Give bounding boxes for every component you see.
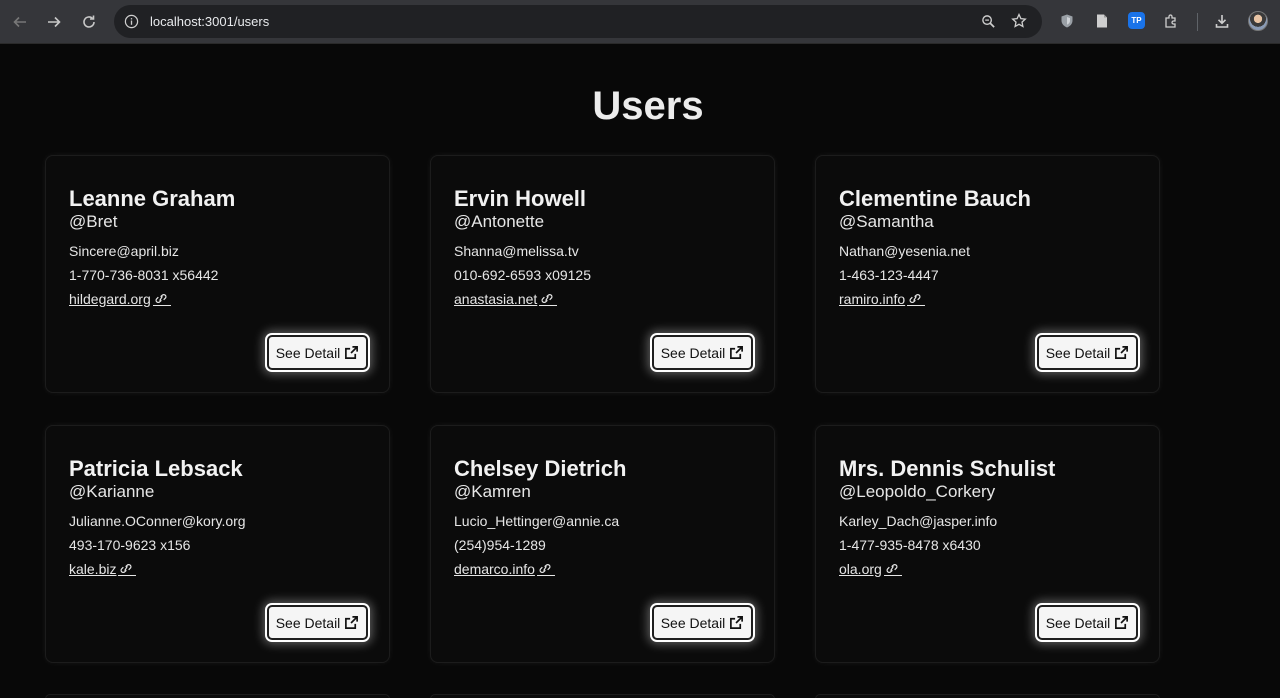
browser-toolbar: localhost:3001/users TP xyxy=(0,0,1280,44)
user-website-link[interactable]: anastasia.net xyxy=(454,291,558,307)
link-icon xyxy=(152,292,171,306)
link-icon xyxy=(883,562,902,576)
external-link-icon xyxy=(344,615,359,630)
link-icon xyxy=(907,292,926,306)
user-website[interactable]: kale.biz xyxy=(69,561,116,577)
info-icon[interactable] xyxy=(122,12,140,30)
user-card-partial xyxy=(430,694,775,698)
link-icon xyxy=(539,292,558,306)
link-icon xyxy=(118,562,137,576)
see-detail-button[interactable]: See Detail xyxy=(652,605,753,640)
see-detail-label: See Detail xyxy=(1045,344,1111,361)
user-email: Lucio_Hettinger@annie.ca xyxy=(454,513,620,529)
user-phone: 1-477-935-8478 x6430 xyxy=(839,537,981,553)
reload-icon xyxy=(83,15,95,28)
address-bar[interactable]: localhost:3001/users xyxy=(114,5,1042,38)
user-website[interactable]: hildegard.org xyxy=(69,291,151,307)
see-detail-label: See Detail xyxy=(660,344,726,361)
user-name: Mrs. Dennis Schulist xyxy=(839,456,1056,481)
puzzle-icon[interactable] xyxy=(1161,11,1181,31)
user-website[interactable]: anastasia.net xyxy=(454,291,537,307)
user-name: Clementine Bauch xyxy=(839,186,1031,211)
user-website[interactable]: ola.org xyxy=(839,561,882,577)
see-detail-button[interactable]: See Detail xyxy=(267,605,368,640)
url-text[interactable]: localhost:3001/users xyxy=(150,14,269,29)
user-username: @Antonette xyxy=(454,212,545,231)
zoom-icon[interactable] xyxy=(979,12,997,30)
see-detail-label: See Detail xyxy=(660,614,726,631)
user-card: Ervin Howell @Antonette Shanna@melissa.t… xyxy=(430,155,775,393)
external-link-icon xyxy=(344,345,359,360)
user-email: Karley_Dach@jasper.info xyxy=(839,513,998,529)
profile-avatar[interactable] xyxy=(1248,11,1268,31)
user-phone: 1-463-123-4447 xyxy=(839,267,939,283)
user-website-link[interactable]: ola.org xyxy=(839,561,902,577)
user-card-partial xyxy=(45,694,390,698)
see-detail-button[interactable]: See Detail xyxy=(652,335,753,370)
user-email: Nathan@yesenia.net xyxy=(839,243,970,259)
see-detail-label: See Detail xyxy=(1045,614,1111,631)
document-icon[interactable] xyxy=(1092,11,1112,31)
user-phone: (254)954-1289 xyxy=(454,537,546,553)
user-username: @Karianne xyxy=(69,482,155,501)
user-card: Chelsey Dietrich @Kamren Lucio_Hettinger… xyxy=(430,425,775,663)
page-title: Users xyxy=(592,84,704,128)
user-name: Patricia Lebsack xyxy=(69,456,243,481)
user-name: Ervin Howell xyxy=(454,186,587,211)
forward-button[interactable] xyxy=(40,8,68,36)
external-link-icon xyxy=(729,345,744,360)
arrow-right-icon xyxy=(48,16,61,28)
user-card: Patricia Lebsack @Karianne Julianne.OCon… xyxy=(45,425,390,663)
user-name: Chelsey Dietrich xyxy=(454,456,627,481)
see-detail-button[interactable]: See Detail xyxy=(1037,605,1138,640)
see-detail-label: See Detail xyxy=(275,344,341,361)
user-website-link[interactable]: ramiro.info xyxy=(839,291,926,307)
arrow-left-icon xyxy=(13,16,26,28)
shield-icon[interactable] xyxy=(1057,11,1077,31)
user-website-link[interactable]: hildegard.org xyxy=(69,291,171,307)
user-phone: 010-692-6593 x09125 xyxy=(454,267,592,283)
user-phone: 1-770-736-8031 x56442 xyxy=(69,267,219,283)
user-website[interactable]: demarco.info xyxy=(454,561,535,577)
user-card: Clementine Bauch @Samantha Nathan@yeseni… xyxy=(815,155,1160,393)
download-icon[interactable] xyxy=(1212,11,1232,31)
user-username: @Kamren xyxy=(454,482,531,501)
users-grid: Leanne Graham @Bret Sincere@april.biz 1-… xyxy=(45,155,1165,663)
user-phone: 493-170-9623 x156 xyxy=(69,537,191,553)
user-username: @Bret xyxy=(69,212,118,231)
see-detail-label: See Detail xyxy=(275,614,341,631)
user-name: Leanne Graham xyxy=(69,186,236,211)
toolbar-divider xyxy=(1197,13,1198,31)
tp-extension-icon[interactable]: TP xyxy=(1128,12,1145,29)
user-email: Shanna@melissa.tv xyxy=(454,243,579,259)
user-card: Leanne Graham @Bret Sincere@april.biz 1-… xyxy=(45,155,390,393)
star-icon[interactable] xyxy=(1010,12,1028,30)
user-email: Julianne.OConner@kory.org xyxy=(69,513,246,529)
user-email: Sincere@april.biz xyxy=(69,243,179,259)
user-website-link[interactable]: kale.biz xyxy=(69,561,137,577)
external-link-icon xyxy=(729,615,744,630)
external-link-icon xyxy=(1114,345,1129,360)
see-detail-button[interactable]: See Detail xyxy=(267,335,368,370)
link-icon xyxy=(536,562,555,576)
user-username: @Samantha xyxy=(839,212,934,231)
user-website[interactable]: ramiro.info xyxy=(839,291,905,307)
reload-button[interactable] xyxy=(75,8,103,36)
user-card-partial xyxy=(815,694,1160,698)
back-button[interactable] xyxy=(6,8,34,36)
user-card: Mrs. Dennis Schulist @Leopoldo_Corkery K… xyxy=(815,425,1160,663)
user-website-link[interactable]: demarco.info xyxy=(454,561,555,577)
see-detail-button[interactable]: See Detail xyxy=(1037,335,1138,370)
user-username: @Leopoldo_Corkery xyxy=(839,482,996,501)
external-link-icon xyxy=(1114,615,1129,630)
